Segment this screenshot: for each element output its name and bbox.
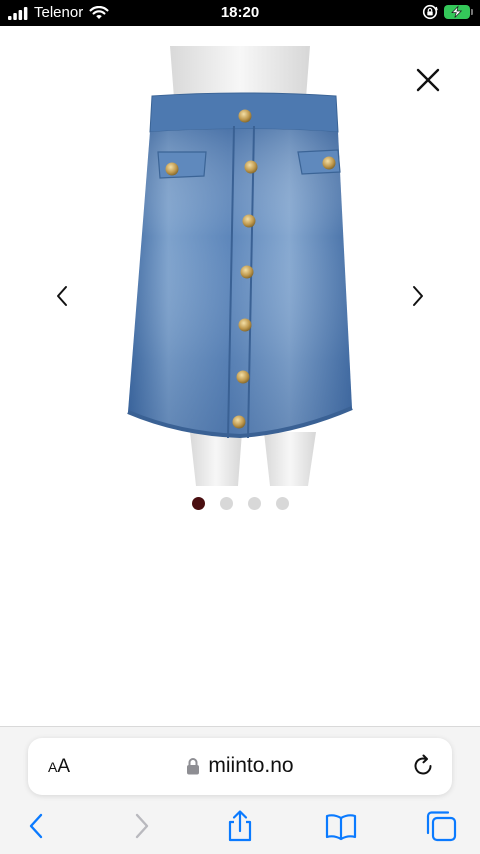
product-image-viewer xyxy=(0,26,480,726)
orientation-lock-icon xyxy=(422,4,438,20)
back-icon[interactable] xyxy=(20,809,54,843)
image-pagination xyxy=(0,497,480,510)
battery-icon xyxy=(444,5,473,19)
bookmarks-icon[interactable] xyxy=(324,809,358,843)
forward-icon[interactable] xyxy=(124,809,158,843)
address-bar[interactable]: AA miinto.no xyxy=(28,738,452,795)
share-icon[interactable] xyxy=(223,809,257,843)
url-display[interactable]: miinto.no xyxy=(28,754,452,778)
pagination-dot-2[interactable] xyxy=(219,497,233,510)
tabs-icon[interactable] xyxy=(424,809,458,843)
browser-bottom-bar: AA miinto.no xyxy=(0,726,480,854)
pagination-dot-1[interactable] xyxy=(191,497,205,510)
browser-toolbar xyxy=(0,809,480,845)
pagination-dot-4[interactable] xyxy=(275,497,289,510)
chevron-left-icon[interactable] xyxy=(47,280,77,312)
status-bar: Telenor 18:20 xyxy=(0,0,480,26)
reload-icon[interactable] xyxy=(410,753,436,779)
status-time: 18:20 xyxy=(220,4,260,21)
battery-tip xyxy=(471,9,473,15)
product-image[interactable] xyxy=(124,46,356,486)
pagination-dot-3[interactable] xyxy=(247,497,261,510)
url-text[interactable]: miinto.no xyxy=(208,754,293,778)
lock-icon xyxy=(187,758,200,775)
close-icon[interactable] xyxy=(410,62,446,98)
chevron-right-icon[interactable] xyxy=(403,280,433,312)
status-right xyxy=(422,4,473,20)
